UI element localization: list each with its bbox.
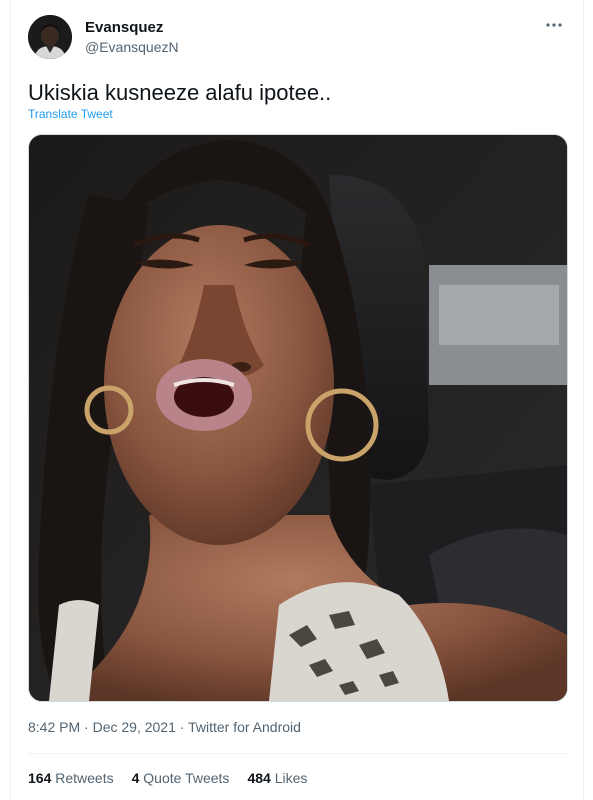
author-handle[interactable]: @EvansquezN — [85, 39, 179, 55]
more-horizontal-icon — [546, 23, 562, 27]
meta-separator: · — [179, 719, 185, 735]
retweets-count: 164 — [28, 770, 52, 786]
retweets-stat[interactable]: 164 Retweets — [28, 770, 114, 786]
tweet-card: Evansquez @EvansquezN Ukiskia kusneeze a… — [10, 0, 584, 800]
author-avatar[interactable] — [28, 15, 72, 59]
meta-separator: · — [84, 719, 89, 735]
tweet-text: Ukiskia kusneeze alafu ipotee.. — [28, 80, 332, 105]
avatar-image — [28, 15, 72, 59]
likes-count: 484 — [247, 770, 271, 786]
video-frame-image — [29, 135, 567, 701]
tweet-date[interactable]: Dec 29, 2021 — [93, 719, 176, 735]
quote-tweets-count: 4 — [131, 770, 140, 786]
tweet-time[interactable]: 8:42 PM — [28, 719, 80, 735]
tweet-stats: 164 Retweets 4 Quote Tweets 484 Likes — [28, 770, 307, 786]
retweets-label: Retweets — [55, 770, 114, 786]
likes-label: Likes — [274, 770, 308, 786]
quote-tweets-label: Quote Tweets — [143, 770, 230, 786]
more-options-button[interactable] — [543, 14, 565, 36]
author-name[interactable]: Evansquez — [85, 19, 163, 36]
divider — [28, 753, 566, 754]
tweet-source[interactable]: Twitter for Android — [188, 719, 301, 735]
tweet-video[interactable] — [28, 134, 568, 702]
tweet-metadata: 8:42 PM · Dec 29, 2021 · Twitter for And… — [28, 719, 301, 735]
likes-stat[interactable]: 484 Likes — [247, 770, 307, 786]
quote-tweets-stat[interactable]: 4 Quote Tweets — [132, 770, 230, 786]
translate-tweet-link[interactable]: Translate Tweet — [28, 107, 113, 121]
